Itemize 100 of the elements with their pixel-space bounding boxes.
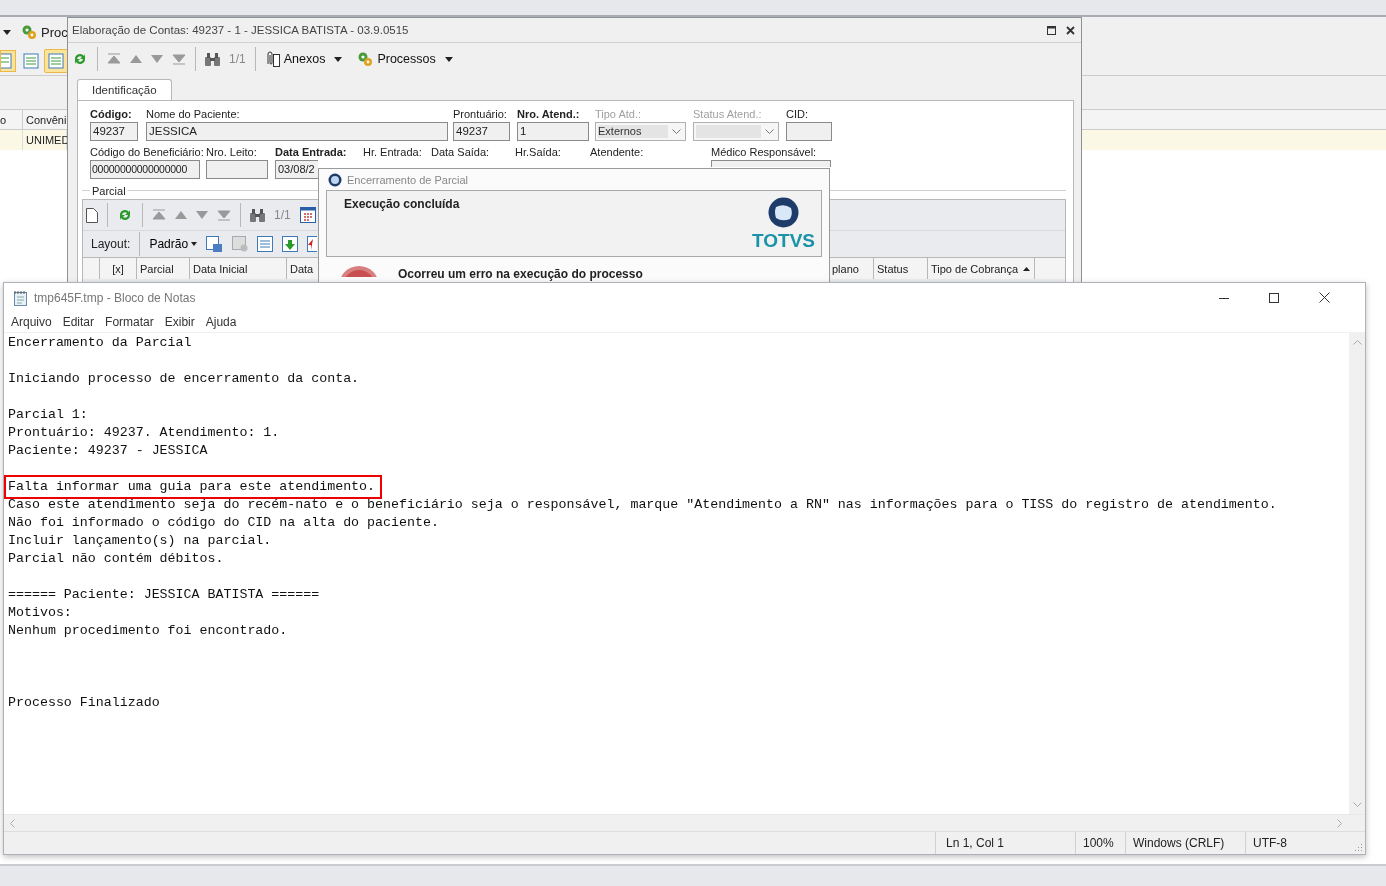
field-label: Médico Responsável: [711, 146, 818, 160]
status-text: Ln 1, Col 1 [935, 832, 1075, 854]
input-field[interactable]: 49237 [453, 122, 510, 141]
binoculars-icon[interactable] [250, 208, 265, 222]
app-logo-icon [328, 172, 342, 187]
toolbar-menu[interactable]: Processos [377, 52, 436, 66]
text-line: ====== Paciente: JESSICA BATISTA ====== [8, 587, 320, 602]
column-header[interactable]: o [0, 110, 23, 129]
field-label: Nome do Paciente: [146, 108, 241, 122]
column-header[interactable]: Convêni [23, 110, 67, 129]
chevron-down-icon[interactable] [672, 128, 681, 135]
last-record-icon[interactable] [217, 209, 231, 221]
status-text: Windows (CRLF) [1125, 832, 1245, 854]
field-label: Data Saída: [431, 146, 491, 160]
record-counter: 1/1 [274, 208, 291, 222]
field-label: Atendente: [590, 146, 645, 160]
logo-text: TOTVS [752, 231, 815, 250]
paperclip-icon[interactable] [264, 51, 280, 67]
input-field[interactable]: 00000000000000000 [90, 160, 200, 179]
group-title: Parcial [91, 184, 127, 197]
text-line: Parcial 1: [8, 407, 88, 422]
menu-item[interactable]: Arquivo [8, 315, 59, 329]
text-line: Não foi informado o código do CID na alta do paciente. [8, 515, 439, 530]
text-line: Prontuário: 49237. Atendimento: 1. [8, 425, 280, 440]
column-header[interactable]: [x] [100, 258, 137, 279]
input-field[interactable]: 1 [517, 122, 589, 141]
calendar-icon[interactable] [299, 207, 316, 223]
field-label: Código do Beneficiário: [90, 146, 205, 160]
error-message: Ocorreu um erro na execução do processo [398, 267, 643, 281]
layout-dropdown[interactable]: Padrão [149, 237, 189, 251]
text-line: Paciente: 49237 - JESSICA [8, 443, 208, 458]
dialog-title: Encerramento de Parcial [347, 173, 469, 186]
text-line: Encerramento da Parcial [8, 335, 192, 350]
logo-icon [768, 197, 799, 228]
refresh-icon[interactable] [117, 207, 133, 223]
toolbar-label[interactable]: Proc [41, 24, 68, 40]
text-line: Nenhum procedimento foi encontrado. [8, 623, 288, 638]
dropdown-field[interactable] [693, 122, 779, 141]
binoculars-icon[interactable] [205, 52, 220, 66]
menu-item[interactable]: Editar [59, 315, 102, 329]
column-header[interactable]: Tipo de Cobrança [928, 258, 1035, 279]
chevron-down-icon[interactable] [765, 128, 774, 135]
input-field[interactable]: 49237 [90, 122, 138, 141]
previous-record-icon[interactable] [130, 55, 142, 63]
next-record-icon[interactable] [151, 55, 163, 63]
first-record-icon[interactable] [107, 53, 121, 65]
field-label: Nro. Leito: [206, 146, 258, 160]
caret-icon[interactable] [191, 242, 198, 246]
scroll-up-icon[interactable] [1352, 339, 1362, 345]
menu-item[interactable]: Exibir [161, 315, 202, 329]
caret-icon[interactable] [444, 56, 453, 62]
toolbar-menu[interactable]: Anexos [283, 52, 326, 66]
last-record-icon[interactable] [172, 53, 186, 65]
previous-record-icon[interactable] [175, 211, 187, 219]
scroll-right-icon[interactable] [1337, 818, 1343, 828]
input-field[interactable] [711, 160, 831, 167]
status-text: 100% [1075, 832, 1125, 854]
layout-label: Layout: [91, 237, 131, 251]
column-header[interactable]: Data [287, 258, 318, 279]
refresh-icon[interactable] [72, 51, 88, 67]
input-field[interactable]: 03/08/2 [275, 160, 318, 179]
input-field[interactable] [206, 160, 268, 179]
gears-icon[interactable] [357, 51, 374, 67]
window-title: tmp645F.tmp - Bloco de Notas [34, 290, 196, 305]
menu-item[interactable]: Ajuda [202, 315, 244, 329]
maximize-icon[interactable] [1269, 292, 1279, 303]
field-label: Nro. Atend.: [517, 108, 581, 122]
tab[interactable]: Identificação [77, 79, 172, 100]
caret-icon[interactable] [334, 56, 343, 62]
window-title: Elaboração de Contas: 49237 - 1 - JESSICA BATISTA - 03.9.0515 [72, 24, 410, 36]
next-record-icon[interactable] [196, 211, 208, 219]
export-icon[interactable] [307, 236, 318, 252]
caret-icon[interactable] [3, 29, 11, 35]
gears-icon[interactable] [21, 24, 37, 40]
field-label: Hr.Saída: [515, 146, 562, 160]
field-label: Hr. Entrada: [363, 146, 423, 160]
text-line: Incluir lançamento(s) na parcial. [8, 533, 272, 548]
maximize-icon[interactable] [1047, 25, 1056, 35]
field-label: Data Entrada: [275, 146, 348, 160]
column-header[interactable]: Status [874, 258, 928, 279]
field-label: Código: [90, 108, 133, 122]
column-header[interactable]: Data Inicial [190, 258, 287, 279]
input-field[interactable] [786, 122, 832, 141]
scroll-left-icon[interactable] [9, 818, 15, 828]
column-header[interactable]: Parcial [137, 258, 190, 279]
menu-item[interactable]: Formatar [102, 315, 161, 329]
resize-grip-icon[interactable] [1354, 843, 1363, 852]
close-icon[interactable] [1066, 25, 1075, 35]
sort-arrow-icon[interactable] [1023, 266, 1031, 271]
close-icon[interactable] [1319, 292, 1330, 303]
scroll-down-icon[interactable] [1352, 802, 1362, 808]
first-record-icon[interactable] [152, 209, 166, 221]
field-label: CID: [786, 108, 809, 122]
text-line: Processo Finalizado [8, 695, 160, 710]
new-document-icon[interactable] [86, 207, 98, 223]
import-icon[interactable] [282, 236, 299, 252]
input-field[interactable]: JESSICA [146, 122, 448, 141]
text-line: Iniciando processo de encerramento da conta. [8, 371, 360, 386]
field-label: Tipo Atd.: [595, 108, 643, 122]
save-layout-icon[interactable] [206, 235, 224, 253]
